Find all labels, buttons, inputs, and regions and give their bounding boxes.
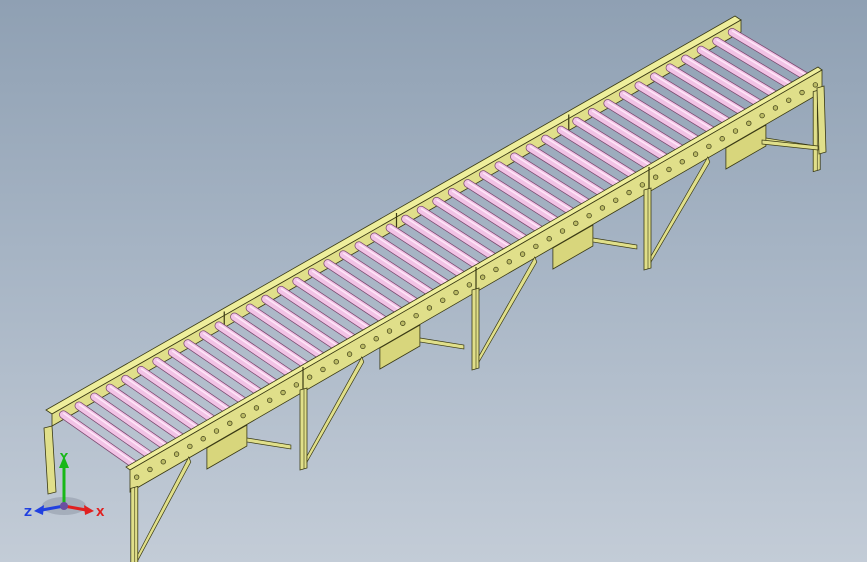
rail-bolt	[293, 382, 299, 388]
triad-origin	[60, 502, 68, 510]
rail-bolt	[253, 405, 260, 411]
rail-bolt	[506, 259, 512, 265]
rail-bolt	[759, 112, 765, 119]
rail-bolt	[307, 374, 313, 380]
rail-bolt	[267, 397, 273, 403]
rail-bolt	[373, 336, 379, 342]
rail-bolt	[453, 289, 459, 296]
rail-bolt	[227, 420, 233, 426]
rail-bolt	[333, 359, 339, 365]
conveyor-rollers	[59, 27, 814, 471]
rail-bolt	[639, 182, 645, 188]
end-support-leg	[816, 85, 827, 155]
roller-conveyor-model[interactable]	[0, 0, 867, 562]
triad-icon: Y X Z	[24, 451, 105, 519]
rail-bolt	[559, 228, 566, 234]
support-leg	[471, 287, 480, 371]
rail-bolt	[613, 197, 619, 203]
rail-bolt	[812, 82, 818, 88]
back-side-rail	[45, 15, 742, 427]
rail-bolt	[586, 212, 592, 219]
rail-bolt	[360, 343, 366, 350]
rail-bolt	[799, 89, 805, 96]
front-side-rail	[125, 66, 823, 493]
rail-bolt	[573, 220, 579, 226]
rail-bolt	[466, 282, 472, 288]
front-rail-top-flange	[125, 66, 823, 471]
rail-bolt	[400, 320, 406, 326]
z-axis-arrowhead	[34, 505, 44, 515]
rail-bolt	[692, 151, 699, 157]
rail-bolt	[187, 443, 193, 450]
rail-bolt	[786, 97, 792, 103]
rail-bolt	[440, 297, 446, 303]
rail-bolt	[413, 312, 419, 319]
rail-bolt	[746, 120, 752, 126]
rail-bolt	[386, 328, 393, 334]
rail-bolt	[493, 266, 499, 273]
y-axis-label: Y	[59, 451, 69, 464]
rail-bolt	[626, 189, 632, 196]
coordinate-triad: Y X Z	[22, 448, 112, 528]
rail-bolt	[599, 205, 606, 211]
rear-brace-bar	[592, 237, 638, 250]
rail-bolt	[213, 428, 220, 434]
rail-bolt	[666, 166, 672, 173]
support-leg	[643, 187, 652, 271]
rail-bolt	[200, 436, 206, 442]
rail-bolt	[519, 251, 526, 257]
rail-bolt	[240, 412, 246, 419]
rail-bolt	[719, 136, 725, 142]
rail-bolt	[346, 351, 353, 357]
rail-bolt	[679, 159, 685, 165]
3d-graphics-area[interactable]: Y X Z	[0, 0, 867, 562]
rear-brace-bar	[246, 437, 292, 450]
rail-bolt	[653, 174, 659, 180]
rail-bolt	[732, 128, 739, 134]
rail-bolt	[320, 366, 326, 373]
rail-bolt	[426, 305, 433, 311]
rail-bolt	[546, 236, 552, 242]
rail-bolt	[160, 459, 166, 465]
x-axis-arrowhead	[84, 505, 94, 515]
rail-bolt	[134, 474, 140, 480]
rail-bolt	[706, 143, 712, 150]
rail-bolt	[173, 451, 180, 457]
rail-bolt	[147, 466, 153, 473]
support-leg	[130, 485, 139, 562]
front-support-legs	[130, 85, 827, 562]
support-leg	[299, 387, 308, 471]
rail-bolt	[280, 389, 286, 396]
rail-bolt	[480, 274, 486, 280]
z-axis-label: Z	[24, 506, 32, 519]
rail-bolt	[772, 105, 779, 111]
rear-brace-bar	[419, 337, 465, 350]
x-axis-label: X	[96, 506, 105, 519]
rail-bolt	[533, 243, 539, 250]
